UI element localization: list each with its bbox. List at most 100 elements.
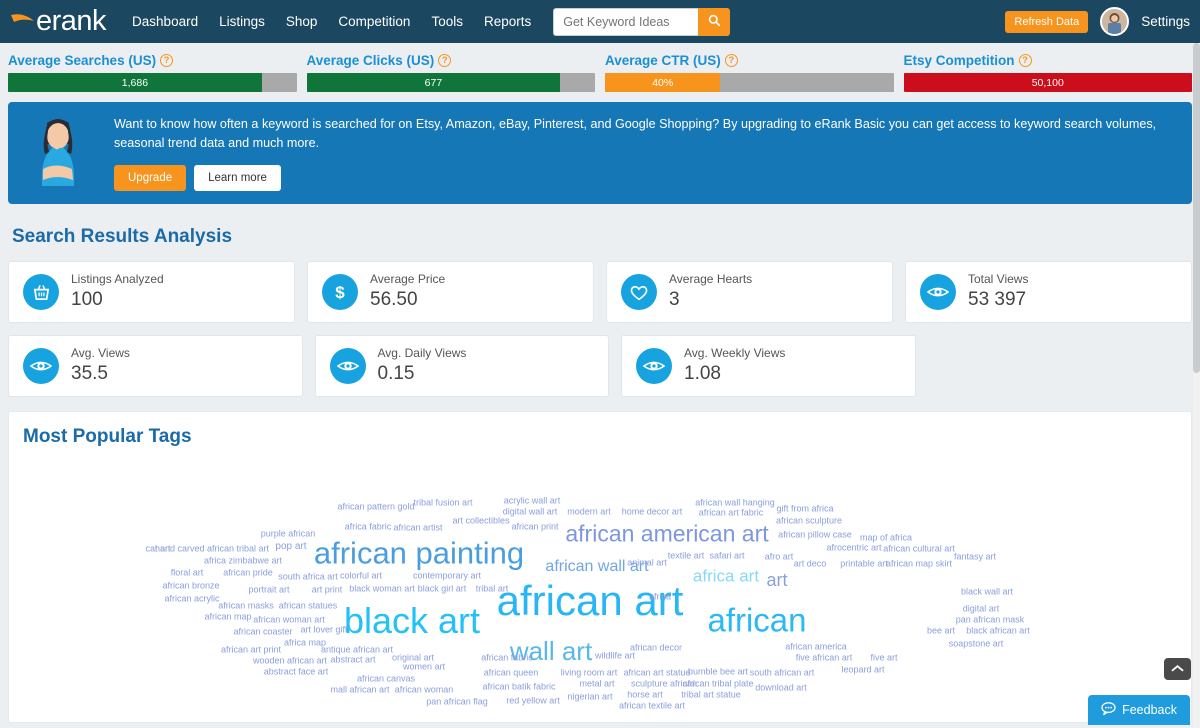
tag-item[interactable]: modern art — [567, 507, 611, 517]
tag-item[interactable]: african america — [785, 642, 847, 652]
tag-item[interactable]: african coaster — [233, 627, 292, 637]
tag-item[interactable]: african artist — [393, 523, 442, 533]
tag-item[interactable]: african textile art — [619, 701, 685, 711]
tag-item[interactable]: leopard art — [841, 665, 884, 675]
tag-item[interactable]: african print — [511, 522, 558, 532]
tag-item[interactable]: portrait art — [248, 585, 289, 595]
tag-item[interactable]: african pattern gold — [337, 502, 414, 512]
tag-item[interactable]: african painting — [314, 538, 524, 569]
tag-item[interactable]: colorful art — [340, 571, 382, 581]
tag-item[interactable]: five art — [870, 653, 897, 663]
tag-item[interactable]: nigerian art — [567, 692, 612, 702]
tag-item[interactable]: art print — [312, 585, 343, 595]
tag-item[interactable]: african cultural art — [883, 544, 955, 554]
nav-item-shop[interactable]: Shop — [286, 14, 318, 29]
tag-item[interactable]: african map skirt — [886, 559, 952, 569]
tag-item[interactable]: african art statue — [623, 668, 690, 678]
tag-item[interactable]: african canvas — [357, 674, 415, 684]
tag-item[interactable]: digital art — [963, 604, 1000, 614]
refresh-data-button[interactable]: Refresh Data — [1005, 10, 1089, 33]
tag-item[interactable]: living room art — [561, 668, 618, 678]
tag-item[interactable]: art — [766, 571, 787, 589]
tag-item[interactable]: black wall art — [961, 587, 1013, 597]
tag-item[interactable]: african sculpture — [776, 516, 842, 526]
tag-item[interactable]: black african art — [966, 626, 1030, 636]
settings-link[interactable]: Settings — [1141, 14, 1190, 29]
tag-item[interactable]: gift from africa — [776, 504, 833, 514]
tag-item[interactable]: african — [707, 604, 806, 637]
tag-item[interactable]: pan african flag — [426, 697, 488, 707]
feedback-button[interactable]: Feedback — [1088, 695, 1190, 725]
tag-item[interactable]: african batik fabric — [482, 682, 555, 692]
tag-item[interactable]: african pride — [223, 568, 273, 578]
tag-item[interactable]: african acrylic — [164, 594, 219, 604]
nav-item-dashboard[interactable]: Dashboard — [132, 14, 198, 29]
tag-item[interactable]: afro art — [765, 552, 794, 562]
tag-item[interactable]: antique african art — [321, 645, 393, 655]
tag-item[interactable]: soapstone art — [949, 639, 1004, 649]
tag-item[interactable]: bumble bee art — [688, 667, 748, 677]
avatar[interactable] — [1100, 7, 1130, 36]
tag-item[interactable]: abstract art — [330, 655, 375, 665]
tag-item[interactable]: africa map — [284, 638, 326, 648]
search-button[interactable] — [698, 7, 731, 36]
tag-item[interactable]: textile art — [668, 551, 705, 561]
tag-item[interactable]: african pillow case — [778, 530, 852, 540]
tag-item[interactable]: african woman art — [253, 615, 325, 625]
tag-item[interactable]: african tribal plate — [682, 679, 753, 689]
scroll-to-top-button[interactable] — [1164, 658, 1191, 680]
tag-item[interactable]: african fabric — [481, 653, 533, 663]
tag-item[interactable]: digital wall art — [503, 507, 558, 517]
nav-item-tools[interactable]: Tools — [431, 14, 463, 29]
tag-item[interactable]: animal art — [627, 558, 667, 568]
nav-item-listings[interactable]: Listings — [219, 14, 265, 29]
tag-item[interactable]: acrylic wall art — [504, 496, 561, 506]
upgrade-button[interactable]: Upgrade — [114, 164, 187, 191]
tag-item[interactable]: five african art — [796, 653, 853, 663]
tag-item[interactable]: african art print — [221, 645, 281, 655]
tag-item[interactable]: african decor — [630, 643, 682, 653]
help-icon[interactable]: ? — [160, 54, 174, 67]
nav-item-competition[interactable]: Competition — [338, 14, 410, 29]
tag-item[interactable]: african american art — [565, 522, 768, 546]
tag-item[interactable]: wildlife art — [595, 651, 635, 661]
help-icon[interactable]: ? — [724, 54, 738, 67]
tag-item[interactable]: black art — [344, 603, 480, 639]
tag-item[interactable]: black woman art — [349, 584, 415, 594]
tag-item[interactable]: hand carved african tribal art — [155, 544, 269, 554]
erank-logo[interactable]: erank — [10, 7, 107, 36]
tag-item[interactable]: africa fabric — [345, 522, 392, 532]
tag-item[interactable]: art lover gift — [300, 625, 347, 635]
tag-item[interactable]: mall african art — [330, 685, 389, 695]
tag-item[interactable]: abstract face art — [264, 667, 329, 677]
tag-item[interactable]: african woman — [395, 685, 454, 695]
tag-item[interactable]: black girl art — [418, 584, 467, 594]
tag-item[interactable]: africa zimbabwe art — [204, 556, 282, 566]
tag-item[interactable]: women art — [403, 662, 445, 672]
tag-item[interactable]: tribal art — [476, 584, 509, 594]
tag-item[interactable]: pan african mask — [956, 615, 1025, 625]
tag-item[interactable]: south africa art — [278, 572, 338, 582]
tag-item[interactable]: floral art — [171, 568, 204, 578]
tag-item[interactable]: safari art — [709, 551, 744, 561]
tag-item[interactable]: african art fabric — [699, 508, 764, 518]
search-input[interactable] — [553, 7, 699, 36]
nav-item-reports[interactable]: Reports — [484, 14, 531, 29]
tag-item[interactable]: art deco — [794, 559, 827, 569]
tag-item[interactable]: african statues — [279, 601, 338, 611]
tag-item[interactable]: south african art — [750, 668, 815, 678]
tag-item[interactable]: afrocentric art — [826, 543, 881, 553]
tag-item[interactable]: home decor art — [622, 507, 683, 517]
tag-item[interactable]: download art — [755, 683, 807, 693]
help-icon[interactable]: ? — [438, 54, 452, 67]
tag-item[interactable]: africa art — [693, 568, 759, 585]
tag-item[interactable]: tribal art statue — [681, 690, 741, 700]
learn-more-button[interactable]: Learn more — [194, 164, 281, 191]
tag-item[interactable]: african queen — [484, 668, 539, 678]
tag-item[interactable]: horse art — [627, 690, 663, 700]
tag-item[interactable]: red yellow art — [506, 696, 560, 706]
tag-item[interactable]: african wall hanging — [695, 498, 775, 508]
tag-item[interactable]: african bronze — [162, 581, 219, 591]
tag-item[interactable]: map of africa — [860, 533, 912, 543]
tag-item[interactable]: bee art — [927, 626, 955, 636]
